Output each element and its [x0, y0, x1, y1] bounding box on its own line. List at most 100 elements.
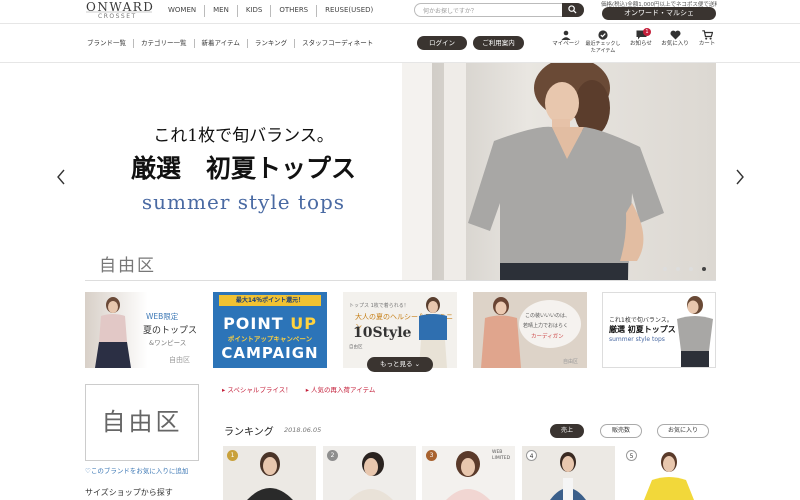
search-input[interactable]: 何かお探しですか？: [423, 6, 477, 15]
notice-link[interactable]: 1 お知らせ: [626, 28, 656, 48]
login-button[interactable]: ログイン: [417, 36, 467, 50]
hero-line3: summer style tops: [141, 190, 346, 214]
rank-badge-3: 3: [426, 450, 437, 461]
favorites-link[interactable]: お気に入り: [660, 30, 690, 48]
special-links: スペシャルプライス！ 人気の再入荷アイテム: [222, 384, 389, 394]
subnav-ranking[interactable]: ランキング: [248, 39, 296, 48]
thumb-point-up[interactable]: 最大14％ポイント還元！ POINT UP ポイントアップキャンペーン CAMP…: [213, 292, 327, 368]
rank-badge-1: 1: [227, 450, 238, 461]
logo-sub: CROSSET: [98, 13, 137, 20]
thumb1-l3: &ワンピース: [149, 339, 187, 347]
thumb1-l2: 夏のトップス: [143, 326, 198, 336]
add-favorite-brand-link[interactable]: ♡このブランドをお気に入りに追加: [85, 465, 200, 475]
subnav-staff-coordinate[interactable]: スタッフコーディネート: [295, 39, 380, 48]
thumb2-l1a: POINT: [223, 314, 291, 333]
brand-logo-box[interactable]: 自由区: [85, 384, 199, 461]
size-shop-heading[interactable]: サイズショップから探す: [85, 487, 200, 498]
cart-label: カート: [698, 41, 716, 47]
hero-dot-4[interactable]: [702, 267, 706, 271]
heart-icon: [669, 30, 681, 40]
notice-label: お知らせ: [630, 41, 652, 47]
ranking-item-1[interactable]: 1: [223, 446, 316, 500]
global-nav: WOMEN MEN KIDS OTHERS REUSE(USED): [160, 5, 381, 17]
search-button[interactable]: [562, 3, 584, 17]
hero-dot-2[interactable]: [676, 267, 680, 271]
banner-thumbnails: WEB限定 夏のトップス &ワンピース 自由区 最大14％ポイント還元！ POI…: [85, 292, 716, 372]
check-icon: [598, 30, 608, 40]
hero-next-arrow[interactable]: [734, 168, 746, 186]
thumb4-l1: この装いいいのは、: [525, 313, 571, 319]
thumb3-l3: 10Style: [353, 325, 412, 341]
nav-reuse[interactable]: REUSE(USED): [317, 5, 381, 17]
search-icon: [568, 5, 577, 14]
thumb2-bar: 最大14％ポイント還元！: [219, 295, 321, 306]
thumb2-l1b: UP: [290, 314, 317, 333]
thumb5-l3: summer style tops: [609, 336, 665, 343]
restock-link[interactable]: 人気の再入荷アイテム: [306, 384, 375, 394]
tab-sales[interactable]: 売上: [550, 424, 584, 438]
notice-badge: 1: [643, 28, 651, 36]
thumb5-l2: 厳選 初夏トップス: [609, 324, 676, 334]
nav-others[interactable]: OTHERS: [271, 5, 318, 17]
guide-button[interactable]: ご利用案内: [473, 36, 524, 50]
thumb4-l3: カーディガン: [531, 334, 564, 340]
thumb5-l1: これ1枚で旬バランス。: [609, 317, 673, 324]
mypage-label: マイページ: [552, 41, 580, 47]
recent-items-label: 最近チェックしたアイテム: [585, 41, 621, 54]
recent-items-link[interactable]: 最近チェックしたアイテム: [584, 30, 622, 55]
subnav-categories[interactable]: カテゴリー一覧: [134, 39, 195, 48]
hero-photo: [402, 63, 716, 280]
hero-brand: 自由区: [99, 256, 156, 276]
thumb3-l4: 自由区: [349, 345, 363, 350]
tab-favorites[interactable]: お気に入り: [657, 424, 709, 438]
hero-line2: 厳選 初夏トップス: [130, 154, 356, 183]
hero-dot-3[interactable]: [689, 267, 693, 271]
hero-dot-1[interactable]: [663, 267, 667, 271]
ranking-item-2[interactable]: 2: [323, 446, 416, 500]
chevron-down-icon: ⌄: [414, 360, 421, 368]
thumb2-l1: POINT UP: [213, 314, 327, 333]
tab-units-sold[interactable]: 販売数: [600, 424, 642, 438]
nav-kids[interactable]: KIDS: [238, 5, 272, 17]
ranking-title: ランキング: [224, 427, 274, 438]
add-favorite-brand-label: このブランドをお気に入りに追加: [90, 467, 189, 475]
ranking-date: 2018.06.05: [284, 426, 322, 434]
thumb-cardigan[interactable]: この装いいいのは、 若晴上力でおはらく カーディガン 自由区: [473, 292, 587, 368]
thumb-summer-style[interactable]: これ1枚で旬バランス。 厳選 初夏トップス summer style tops: [602, 292, 716, 368]
ranking-item-4[interactable]: 4: [522, 446, 615, 500]
search-box[interactable]: 何かお探しですか？: [414, 3, 584, 17]
mypage-link[interactable]: マイページ: [551, 30, 581, 48]
hero-prev-arrow[interactable]: [55, 168, 67, 186]
nav-women[interactable]: WOMEN: [160, 5, 206, 17]
marche-button[interactable]: オンワード・マルシェ: [602, 7, 716, 20]
thumb4-l4: 自由区: [563, 359, 579, 365]
cart-link[interactable]: カート: [692, 30, 722, 48]
thumb2-l2: ポイントアップキャンペーン: [227, 335, 313, 343]
thumb2-l3: CAMPAIGN: [221, 344, 319, 362]
special-price-link[interactable]: スペシャルプライス！: [222, 384, 291, 394]
subnav-brands[interactable]: ブランド一覧: [80, 39, 134, 48]
thumb3-l1: トップス 1枚で着られる！: [349, 303, 409, 309]
thumb4-model: [481, 297, 521, 368]
sub-nav-links: ブランド一覧 カテゴリー一覧 新着アイテム ランキング スタッフコーディネート: [80, 39, 380, 48]
hero-line1: これ1枚で旬バランス。: [153, 126, 334, 146]
rank-badge-5: 5: [626, 450, 637, 461]
web-limited-label: WEB LIMITED: [492, 450, 511, 461]
hero-pagination: [663, 267, 706, 271]
thumb1-model: [95, 297, 131, 368]
rank-badge-4: 4: [526, 450, 537, 461]
site-logo[interactable]: ONWARD CROSSET: [86, 0, 153, 22]
sub-nav: ブランド一覧 カテゴリー一覧 新着アイテム ランキング スタッフコーディネート …: [0, 25, 800, 63]
hero-banner[interactable]: これ1枚で旬バランス。 厳選 初夏トップス summer style tops …: [85, 63, 716, 281]
subnav-new-items[interactable]: 新着アイテム: [195, 39, 248, 48]
more-button[interactable]: もっと見る ⌄: [367, 357, 433, 372]
top-bar: ONWARD CROSSET WOMEN MEN KIDS OTHERS REU…: [0, 0, 800, 24]
ranking-item-3[interactable]: 3 WEB LIMITED: [422, 446, 515, 500]
thumb5-model: [677, 296, 713, 367]
thumb-summer-tops[interactable]: WEB限定 夏のトップス &ワンピース 自由区: [85, 292, 199, 368]
nav-men[interactable]: MEN: [205, 5, 238, 17]
thumb4-l2: 若晴上力でおはらく: [523, 323, 569, 329]
model-illustration: [402, 63, 664, 280]
more-button-label: もっと見る: [379, 360, 413, 368]
ranking-item-5[interactable]: 5: [622, 446, 715, 500]
